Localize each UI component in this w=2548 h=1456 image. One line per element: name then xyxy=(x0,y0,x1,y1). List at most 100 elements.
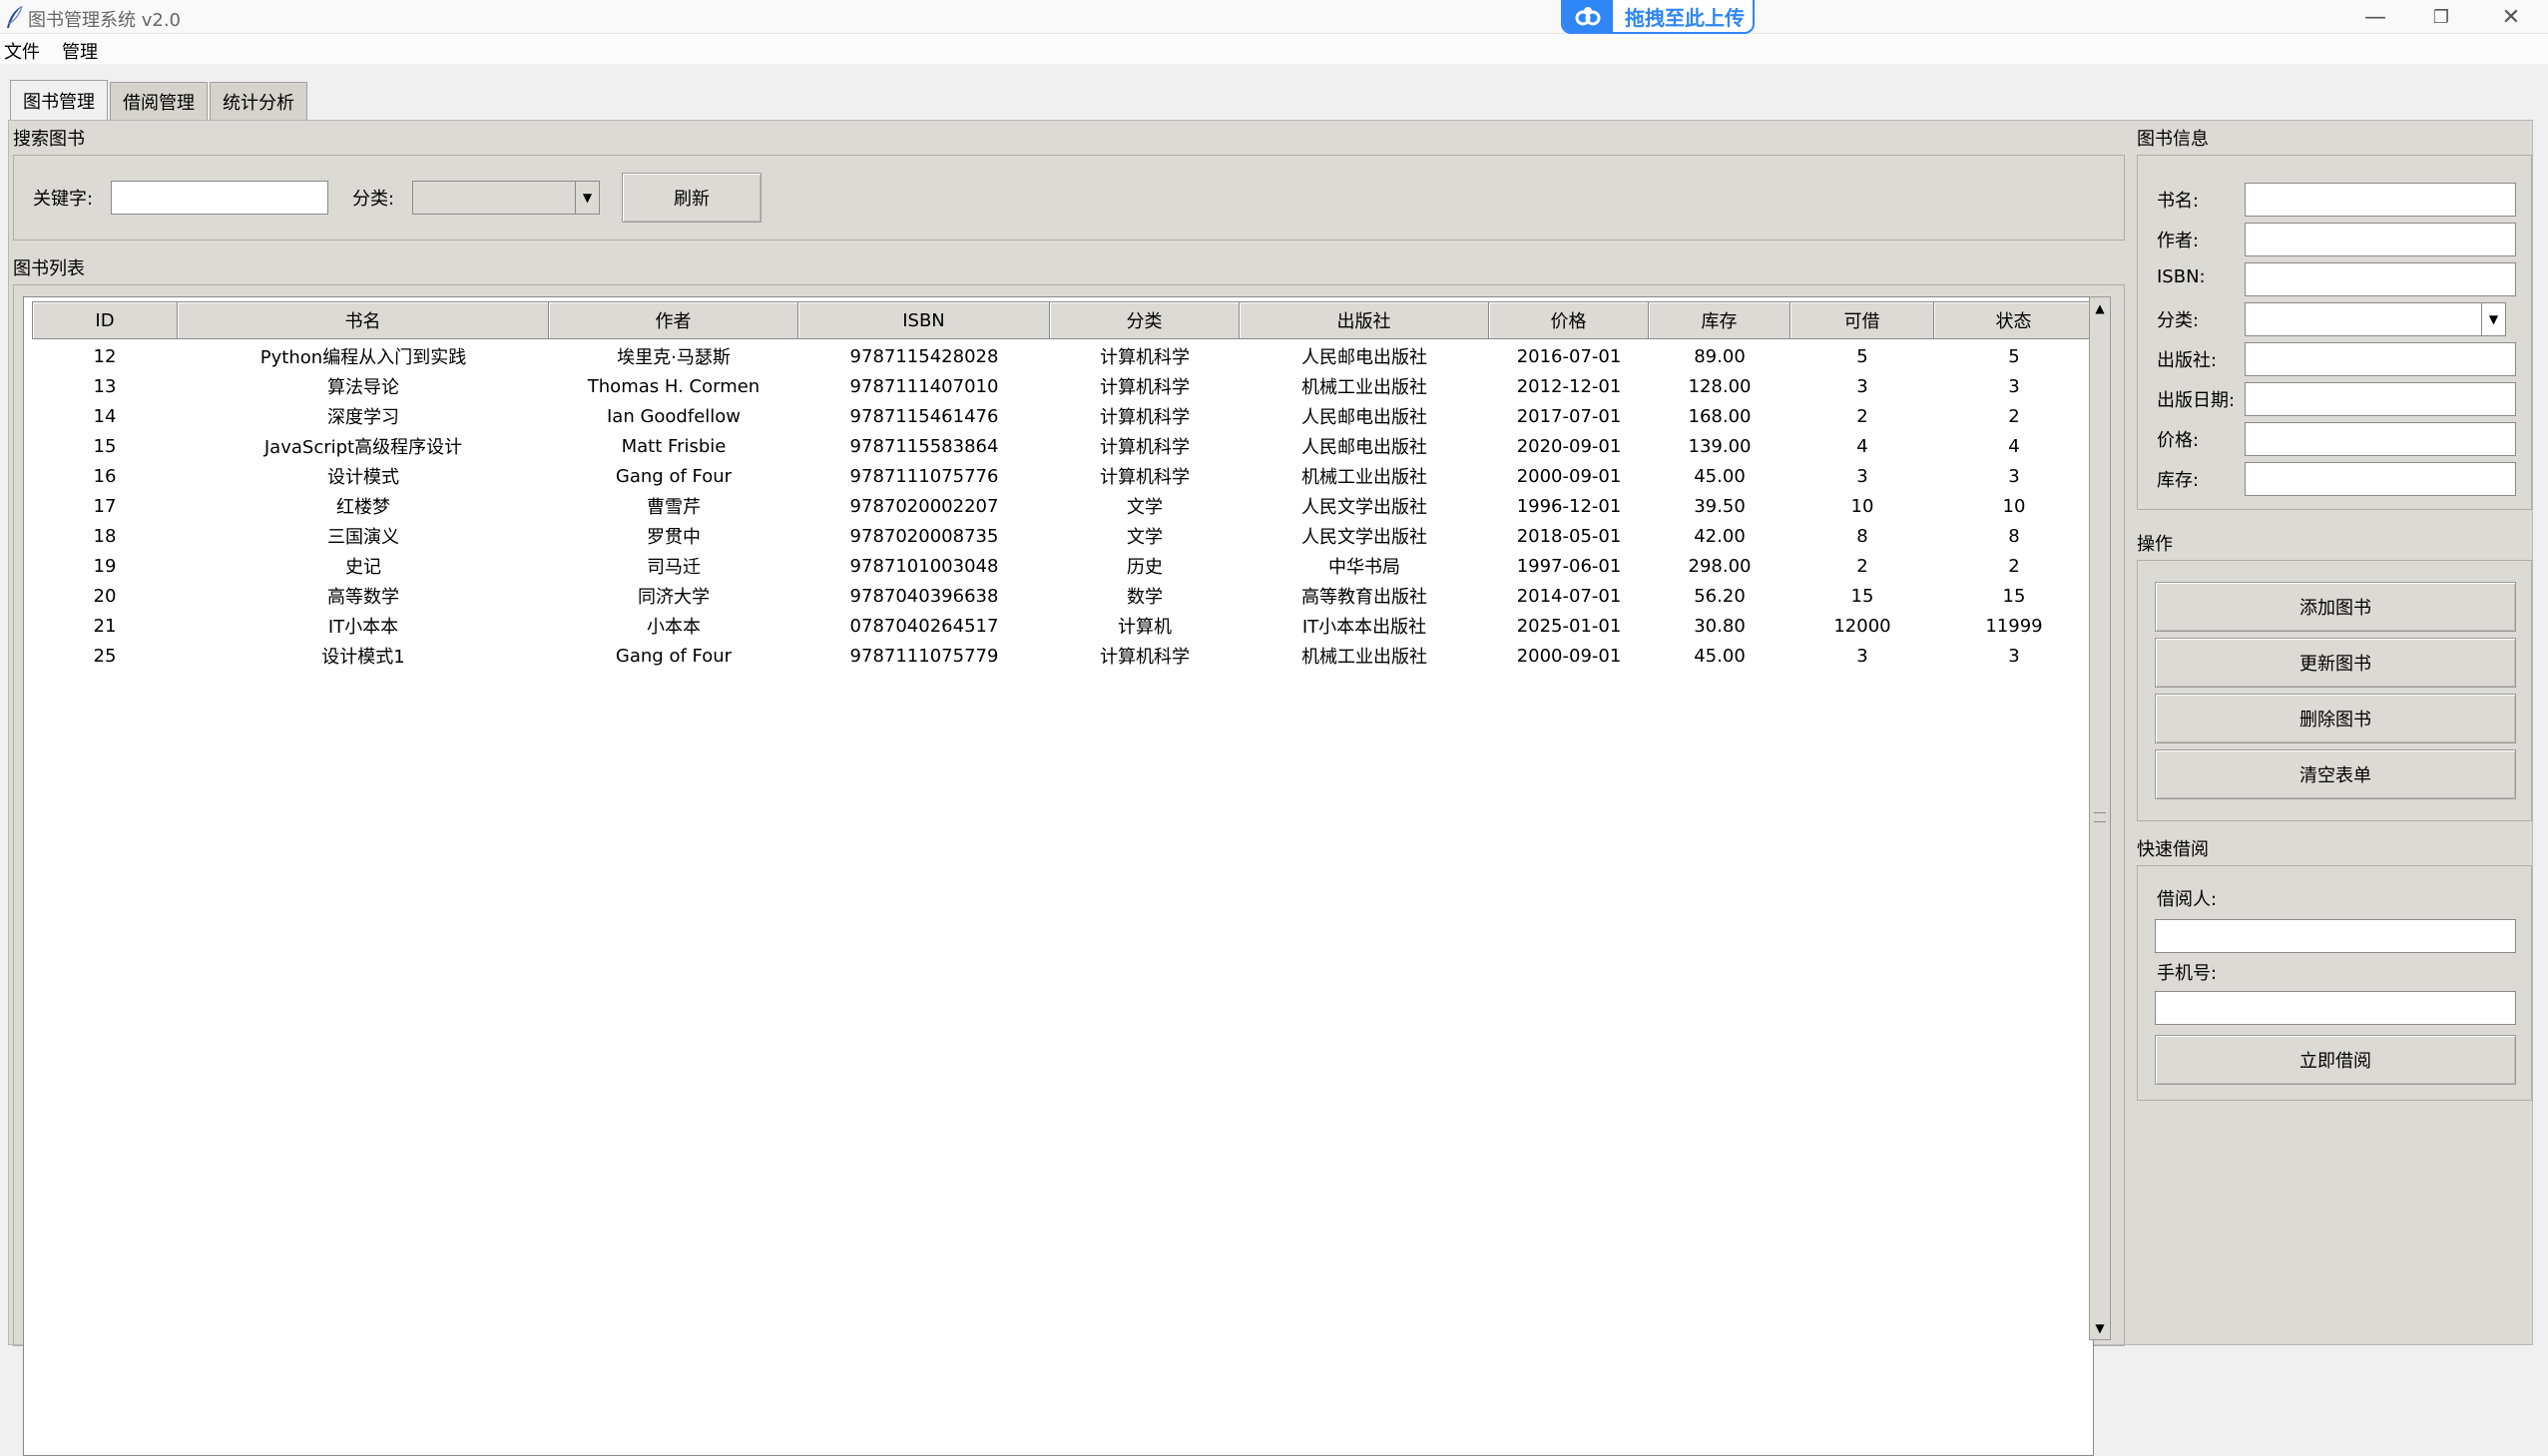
cell-category: 计算机 xyxy=(1118,617,1172,638)
cell-author: Thomas H. Cormen xyxy=(587,375,761,397)
cell-stock: 8 xyxy=(1856,525,1868,547)
book-info-pubdate-input[interactable] xyxy=(2245,382,2516,416)
cell-stock: 10 xyxy=(1850,495,1874,517)
column-header-category[interactable]: 分类 xyxy=(1050,301,1240,339)
book-info-price-input[interactable] xyxy=(2245,422,2516,456)
table-row[interactable]: 25 设计模式1 Gang of Four 9787111075779 计算机科学 机械工… xyxy=(32,641,2094,671)
chevron-down-icon[interactable]: ▼ xyxy=(575,182,599,214)
column-header-title[interactable]: 书名 xyxy=(178,301,549,339)
cell-id: 25 xyxy=(93,645,117,667)
scroll-down-icon[interactable]: ▼ xyxy=(2090,1317,2110,1339)
menu-manage[interactable]: 管理 xyxy=(62,38,98,64)
table-row[interactable]: 18 三国演义 罗贯中 9787020008735 文学 人民文学出版社 2018-05-0… xyxy=(32,521,2094,551)
book-info-pubdate-label: 出版日期: xyxy=(2157,390,2236,411)
keyword-input[interactable] xyxy=(111,181,328,215)
cell-pubdate: 2018-05-01 xyxy=(1516,525,1622,547)
cell-id: 15 xyxy=(93,435,117,457)
cell-price: 128.00 xyxy=(1688,375,1752,397)
restore-button[interactable]: ❐ xyxy=(2411,2,2471,32)
cell-author: 同济大学 xyxy=(638,587,710,608)
table-row[interactable]: 14 深度学习 Ian Goodfellow 9787115461476 计算机科学 人民… xyxy=(32,401,2094,431)
cell-available: 15 xyxy=(2002,585,2026,607)
book-info-title-input[interactable] xyxy=(2245,183,2516,217)
table-row[interactable]: 19 史记 司马迁 9787101003048 历史 中华书局 1997-06-01 298.… xyxy=(32,551,2094,581)
tab-statistics[interactable]: 统计分析 xyxy=(210,82,307,120)
table-row[interactable]: 17 红楼梦 曹雪芹 9787020002207 文学 人民文学出版社 1996-12-01… xyxy=(32,491,2094,521)
phone-input[interactable] xyxy=(2155,991,2516,1025)
table-row[interactable]: 21 IT小本本 小本本 0787040264517 计算机 IT小本本出版社 2025-0… xyxy=(32,611,2094,641)
cell-category: 文学 xyxy=(1127,527,1163,548)
cell-price: 39.50 xyxy=(1694,495,1746,517)
table-row[interactable]: 20 高等数学 同济大学 9787040396638 数学 高等教育出版社 2014-07-… xyxy=(32,581,2094,611)
cell-available: 3 xyxy=(2008,465,2020,487)
borrower-label: 借阅人: xyxy=(2157,889,2218,910)
category-select[interactable]: ▼ xyxy=(412,181,600,215)
scroll-grip[interactable] xyxy=(2094,812,2106,822)
menu-file[interactable]: 文件 xyxy=(4,38,40,64)
cell-pubdate: 2017-07-01 xyxy=(1516,405,1622,427)
tab-bar: 图书管理 借阅管理 统计分析 xyxy=(10,80,309,120)
column-header-available[interactable]: 可借 xyxy=(1790,301,1934,339)
table-row[interactable]: 12 Python编程从入门到实践 埃里克·马瑟斯 9787115428028 计算机科… xyxy=(32,341,2094,371)
cell-pubdate: 2000-09-01 xyxy=(1516,645,1622,667)
cell-available: 11999 xyxy=(1985,615,2043,637)
update-book-button[interactable]: 更新图书 xyxy=(2155,638,2516,688)
cell-available: 8 xyxy=(2008,525,2020,547)
cell-id: 21 xyxy=(93,615,117,637)
column-header-author[interactable]: 作者 xyxy=(549,301,798,339)
cell-isbn: 9787020002207 xyxy=(849,495,999,517)
chevron-down-icon[interactable]: ▼ xyxy=(2481,303,2505,335)
cell-category: 计算机科学 xyxy=(1100,377,1190,398)
book-table[interactable]: ID 书名 作者 ISBN 分类 出版社 价格 库存 可借 状态 12 Pytho… xyxy=(23,296,2094,1456)
column-header-id[interactable]: ID xyxy=(32,301,178,339)
cell-price: 56.20 xyxy=(1694,585,1746,607)
window-title: 图书管理系统 v2.0 xyxy=(28,10,181,31)
cell-available: 3 xyxy=(2008,645,2020,667)
cell-pubdate: 2016-07-01 xyxy=(1516,345,1622,367)
scroll-up-icon[interactable]: ▲ xyxy=(2090,297,2110,319)
cell-publisher: 中华书局 xyxy=(1328,557,1400,578)
tab-book-management[interactable]: 图书管理 xyxy=(10,80,108,120)
minimize-icon: — xyxy=(2364,4,2386,30)
cell-category: 计算机科学 xyxy=(1100,437,1190,458)
cell-available: 5 xyxy=(2008,345,2020,367)
cell-available: 2 xyxy=(2008,555,2020,577)
column-header-publisher[interactable]: 出版社 xyxy=(1240,301,1489,339)
table-row[interactable]: 15 JavaScript高级程序设计 Matt Frisbie 9787115583… xyxy=(32,431,2094,461)
cell-isbn: 9787115428028 xyxy=(849,345,999,367)
book-info-stock-input[interactable] xyxy=(2245,462,2516,496)
add-book-button[interactable]: 添加图书 xyxy=(2155,582,2516,632)
cell-isbn: 9787111075776 xyxy=(849,465,999,487)
cell-publisher: 人民邮电出版社 xyxy=(1301,407,1427,428)
cell-author: Gang of Four xyxy=(615,645,733,667)
cell-category: 计算机科学 xyxy=(1100,407,1190,428)
tab-borrow-management[interactable]: 借阅管理 xyxy=(110,82,208,120)
close-button[interactable]: ✕ xyxy=(2481,2,2541,32)
clear-form-button[interactable]: 清空表单 xyxy=(2155,749,2516,799)
table-header: ID 书名 作者 ISBN 分类 出版社 价格 库存 可借 状态 xyxy=(32,301,2094,339)
quick-borrow-section-title: 快速借阅 xyxy=(2137,839,2209,860)
book-info-category-select[interactable]: ▼ xyxy=(2245,302,2506,336)
cell-publisher: 人民文学出版社 xyxy=(1301,497,1427,518)
cell-title: 设计模式1 xyxy=(321,647,405,668)
cell-pubdate: 2012-12-01 xyxy=(1516,375,1622,397)
table-row[interactable]: 16 设计模式 Gang of Four 9787111075776 计算机科学 机械工业… xyxy=(32,461,2094,491)
delete-book-button[interactable]: 删除图书 xyxy=(2155,694,2516,743)
cell-title: Python编程从入门到实践 xyxy=(259,347,467,368)
column-header-status[interactable]: 状态 xyxy=(1934,301,2094,339)
cell-isbn: 9787111407010 xyxy=(849,375,999,397)
column-header-stock[interactable]: 库存 xyxy=(1649,301,1790,339)
table-vertical-scrollbar[interactable]: ▲ ▼ xyxy=(2089,296,2111,1340)
refresh-button[interactable]: 刷新 xyxy=(622,173,762,223)
table-row[interactable]: 13 算法导论 Thomas H. Cormen 9787111407010 计算机科学… xyxy=(32,371,2094,401)
borrow-now-button[interactable]: 立即借阅 xyxy=(2155,1035,2516,1085)
book-info-isbn-input[interactable] xyxy=(2245,262,2516,296)
minimize-button[interactable]: — xyxy=(2345,2,2405,32)
column-header-price[interactable]: 价格 xyxy=(1489,301,1649,339)
book-info-publisher-input[interactable] xyxy=(2245,342,2516,376)
borrower-input[interactable] xyxy=(2155,919,2516,953)
book-info-author-input[interactable] xyxy=(2245,223,2516,256)
cell-available: 10 xyxy=(2002,495,2026,517)
upload-drop-badge[interactable]: 拖拽至此上传 xyxy=(1561,0,1755,34)
column-header-isbn[interactable]: ISBN xyxy=(798,301,1050,339)
